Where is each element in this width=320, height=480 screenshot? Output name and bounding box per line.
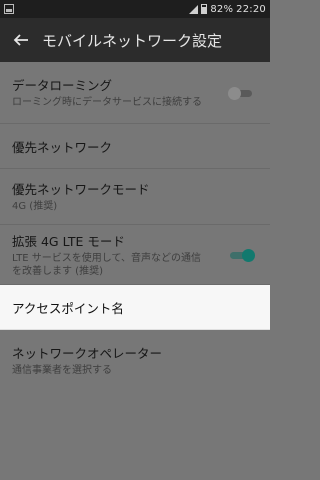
battery-percent: 82% (210, 3, 234, 15)
image-notification-icon (4, 4, 14, 14)
setting-preferred-network-mode[interactable]: 優先ネットワークモード 4G (推奨) (0, 169, 270, 225)
setting-data-roaming[interactable]: データローミング ローミング時にデータサービスに接続する (0, 62, 270, 124)
setting-subtitle: 4G (推奨) (12, 201, 58, 213)
status-bar: 82% 22:20 (0, 0, 270, 18)
setting-network-operator[interactable]: ネットワークオペレーター 通信事業者を選択する (0, 330, 270, 390)
setting-title: 優先ネットワーク (12, 139, 113, 155)
app-bar: モバイルネットワーク設定 (0, 18, 270, 62)
setting-title: 優先ネットワークモード (12, 182, 150, 198)
back-button[interactable] (0, 18, 42, 62)
clock: 22:20 (236, 3, 266, 15)
page-title: モバイルネットワーク設定 (42, 31, 223, 50)
setting-title: データローミング (12, 78, 113, 94)
settings-list: データローミング ローミング時にデータサービスに接続する 優先ネットワーク 優先… (0, 62, 270, 390)
setting-subtitle: 通信事業者を選択する (12, 364, 112, 376)
setting-title: アクセスポイント名 (12, 300, 124, 316)
setting-subtitle: LTE サービスを使用して、音声などの通信を改善します (推奨) (12, 253, 201, 277)
setting-title: ネットワークオペレーター (12, 345, 163, 361)
setting-subtitle: ローミング時にデータサービスに接続する (12, 97, 202, 109)
setting-preferred-network[interactable]: 優先ネットワーク (0, 124, 270, 169)
signal-icon (189, 4, 199, 14)
data-roaming-toggle[interactable] (228, 86, 252, 100)
enhanced-4g-lte-toggle[interactable] (230, 248, 255, 262)
setting-enhanced-4g-lte[interactable]: 拡張 4G LTE モード LTE サービスを使用して、音声などの通信を改善しま… (0, 225, 270, 285)
setting-title: 拡張 4G LTE モード (12, 234, 125, 249)
setting-access-point-names[interactable]: アクセスポイント名 (0, 285, 270, 330)
battery-icon (201, 4, 208, 14)
back-arrow-icon (13, 34, 28, 46)
